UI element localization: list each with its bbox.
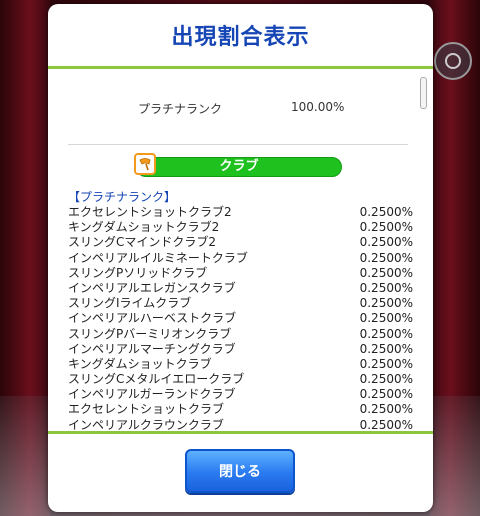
item-name: スリングCメタルイエロークラブ: [68, 372, 245, 387]
item-name: インペリアルマーチングクラブ: [68, 341, 236, 356]
club-icon: [134, 153, 156, 175]
item-name: キングダムショットクラブ2: [68, 220, 220, 235]
item-rate: 0.2500%: [359, 220, 413, 235]
summary-panel[interactable]: プラチナランク 100.00%: [48, 69, 433, 144]
close-button[interactable]: 閉じる: [185, 449, 295, 493]
list-item: エクセレントショットクラブ 0.2500%: [48, 402, 433, 417]
list-item: スリングCメタルイエロークラブ 0.2500%: [48, 372, 433, 387]
item-name: エクセレントショットクラブ: [68, 402, 225, 417]
item-rate: 0.2500%: [359, 372, 413, 387]
item-rate: 0.2500%: [359, 235, 413, 250]
category-bar: クラブ: [136, 157, 342, 177]
list-item: エクセレントショットクラブ2 0.2500%: [48, 205, 433, 220]
item-name: キングダムショットクラブ: [68, 356, 212, 371]
list-item: キングダムショットクラブ2 0.2500%: [48, 220, 433, 235]
list-item: インペリアルエレガンスクラブ 0.2500%: [48, 281, 433, 296]
summary-divider: [68, 144, 408, 145]
item-rate: 0.2500%: [359, 250, 413, 265]
item-name: スリングIライムクラブ: [68, 296, 192, 311]
item-rate: 0.2500%: [359, 402, 413, 417]
item-rate: 0.2500%: [359, 326, 413, 341]
item-rate: 0.2500%: [359, 280, 413, 295]
item-name: インペリアルイルミネートクラブ: [68, 250, 248, 265]
item-rate: 0.2500%: [359, 265, 413, 280]
list-item: スリングPバーミリオンクラブ 0.2500%: [48, 327, 433, 342]
item-name: スリングPソリッドクラブ: [68, 265, 208, 280]
item-rate: 0.2500%: [359, 311, 413, 326]
list-item: インペリアルイルミネートクラブ 0.2500%: [48, 251, 433, 266]
list-item: キングダムショットクラブ 0.2500%: [48, 357, 433, 372]
section-title: 【プラチナランク】: [68, 190, 177, 204]
item-rate: 0.2500%: [359, 356, 413, 371]
list-item: スリングPソリッドクラブ 0.2500%: [48, 266, 433, 281]
list-item: スリングCマインドクラブ2 0.2500%: [48, 235, 433, 250]
item-name: エクセレントショットクラブ2: [68, 205, 232, 219]
item-name: インペリアルエレガンスクラブ: [68, 280, 236, 295]
list-item: インペリアルハーベストクラブ 0.2500%: [48, 311, 433, 326]
camera-rotate-icon[interactable]: [434, 42, 472, 80]
category-label: クラブ: [219, 159, 259, 174]
item-rate: 0.2500%: [359, 296, 413, 311]
list-item: インペリアルガーランドクラブ 0.2500%: [48, 387, 433, 402]
item-name: スリングCマインドクラブ2: [68, 235, 217, 250]
item-list[interactable]: 【プラチナランク】 エクセレントショットクラブ2 0.2500% キングダムショット…: [48, 188, 433, 433]
item-rate: 0.2500%: [359, 387, 413, 402]
bottom-divider: [48, 431, 433, 434]
summary-scrollbar[interactable]: [420, 77, 427, 109]
item-rate: 0.2500%: [359, 341, 413, 356]
item-name: インペリアルガーランドクラブ: [68, 387, 236, 402]
list-item: スリングIライムクラブ 0.2500%: [48, 296, 433, 311]
item-rows: エクセレントショットクラブ2 0.2500% キングダムショットクラブ2 0.2500…: [48, 205, 433, 433]
summary-rank-label: プラチナランク: [138, 102, 223, 116]
dialog-title: 出現割合表示: [171, 25, 310, 50]
item-name: スリングPバーミリオンクラブ: [68, 326, 232, 341]
summary-rank-value: 100.00%: [291, 100, 345, 114]
list-item: インペリアルマーチングクラブ 0.2500%: [48, 342, 433, 357]
rate-dialog: 出現割合表示 プラチナランク 100.00% クラブ 【プラチナランク】 エクセ…: [48, 4, 433, 512]
item-name: インペリアルハーベストクラブ: [68, 311, 237, 326]
item-rate: 0.2500%: [359, 205, 413, 219]
